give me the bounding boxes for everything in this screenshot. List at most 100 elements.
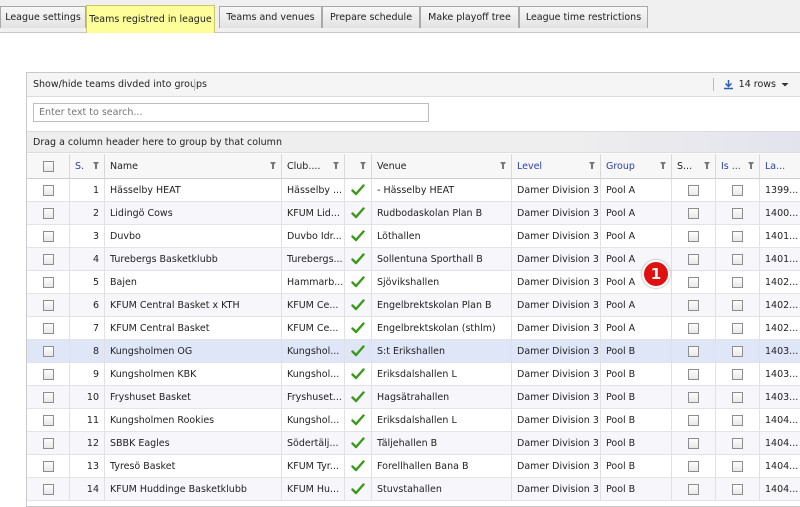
row-is-checkbox[interactable] xyxy=(732,253,743,265)
filter-icon[interactable] xyxy=(704,162,710,169)
filter-icon[interactable] xyxy=(589,162,595,169)
row-is-checkbox[interactable] xyxy=(732,483,743,495)
table-row[interactable]: 9 Kungsholmen KBK Kungshol... Eriksdalshall… xyxy=(27,363,800,386)
filter-icon[interactable] xyxy=(270,162,276,169)
table-row[interactable]: 5 Bajen Hammarb... Sjövikshallen Damer Divis… xyxy=(27,271,800,294)
table-row[interactable]: 14 KFUM Huddinge Basketklubb KFUM Hu... Stu… xyxy=(27,478,800,501)
tab-prepare-schedule[interactable]: Prepare schedule xyxy=(322,6,420,28)
callout-badge: 1 xyxy=(642,260,670,288)
row-select-checkbox[interactable] xyxy=(42,276,54,288)
header-is[interactable]: Is ... xyxy=(716,154,760,179)
row-s-checkbox[interactable] xyxy=(688,437,699,449)
header-level[interactable]: Level xyxy=(512,154,601,179)
row-is-checkbox[interactable] xyxy=(732,437,743,449)
tab-league-time-restrictions[interactable]: League time restrictions xyxy=(519,6,648,28)
row-select-checkbox[interactable] xyxy=(42,437,54,449)
cell-is xyxy=(716,432,760,454)
cell-level: Damer Division 3 xyxy=(512,202,601,224)
header-club[interactable]: Club.... xyxy=(282,154,345,179)
search-input[interactable] xyxy=(33,103,429,122)
header-s-label: S... xyxy=(677,161,693,172)
cell-s xyxy=(672,248,716,270)
download-icon[interactable] xyxy=(723,79,734,90)
row-select-checkbox[interactable] xyxy=(42,345,54,357)
row-s-checkbox[interactable] xyxy=(688,299,699,311)
row-is-checkbox[interactable] xyxy=(732,460,743,472)
table-row[interactable]: 7 KFUM Central Basket KFUM Ce... Engelbrekt… xyxy=(27,317,800,340)
table-row[interactable]: 4 Turebergs Basketklubb Turebergs... Sollen… xyxy=(27,248,800,271)
row-s-checkbox[interactable] xyxy=(688,276,699,288)
table-row[interactable]: 10 Fryshuset Basket Fryshuset... Hagsätraha… xyxy=(27,386,800,409)
row-is-checkbox[interactable] xyxy=(732,391,743,403)
filter-icon[interactable] xyxy=(333,162,339,169)
row-is-checkbox[interactable] xyxy=(732,322,743,334)
row-select-checkbox[interactable] xyxy=(42,460,54,472)
row-is-checkbox[interactable] xyxy=(732,299,743,311)
filter-icon[interactable] xyxy=(500,162,506,169)
row-is-checkbox[interactable] xyxy=(732,230,743,242)
table-row[interactable]: 11 Kungsholmen Rookies Kungshol... Eriksdal… xyxy=(27,409,800,432)
row-select-checkbox[interactable] xyxy=(42,368,54,380)
row-s-checkbox[interactable] xyxy=(688,368,699,380)
row-is-checkbox[interactable] xyxy=(732,207,743,219)
row-select-checkbox[interactable] xyxy=(42,299,54,311)
filter-icon[interactable] xyxy=(93,162,99,169)
cell-sel xyxy=(27,455,70,477)
filter-icon[interactable] xyxy=(660,162,666,169)
table-row[interactable]: 6 KFUM Central Basket x KTH KFUM Ce... Enge… xyxy=(27,294,800,317)
cell-seq: 4 xyxy=(70,248,105,270)
header-check[interactable] xyxy=(345,154,372,179)
row-select-checkbox[interactable] xyxy=(42,184,54,196)
row-s-checkbox[interactable] xyxy=(688,483,699,495)
row-s-checkbox[interactable] xyxy=(688,391,699,403)
row-select-checkbox[interactable] xyxy=(42,414,54,426)
row-is-checkbox[interactable] xyxy=(732,184,743,196)
row-is-checkbox[interactable] xyxy=(732,414,743,426)
select-all-checkbox[interactable] xyxy=(42,161,54,172)
row-s-checkbox[interactable] xyxy=(688,460,699,472)
cell-name: Kungsholmen KBK xyxy=(105,363,282,385)
row-s-checkbox[interactable] xyxy=(688,414,699,426)
table-row[interactable]: 1 Hässelby HEAT Hässelby ... - Hässelby HEA… xyxy=(27,179,800,202)
row-select-checkbox[interactable] xyxy=(42,483,54,495)
tab-league-settings[interactable]: League settings xyxy=(0,6,86,28)
header-group[interactable]: Group xyxy=(601,154,672,179)
row-select-checkbox[interactable] xyxy=(42,391,54,403)
row-is-checkbox[interactable] xyxy=(732,276,743,288)
tab-make-playoff-tree[interactable]: Make playoff tree xyxy=(420,6,519,28)
row-is-checkbox[interactable] xyxy=(732,345,743,357)
row-s-checkbox[interactable] xyxy=(688,345,699,357)
header-name[interactable]: Name xyxy=(105,154,282,179)
row-s-checkbox[interactable] xyxy=(688,253,699,265)
header-venue[interactable]: Venue xyxy=(372,154,512,179)
table-row[interactable]: 3 Duvbo Duvbo Idr... Löthallen Damer Divisio… xyxy=(27,225,800,248)
cell-level: Damer Division 3 xyxy=(512,478,601,500)
group-by-panel[interactable]: Drag a column header here to group by th… xyxy=(27,131,800,153)
header-s[interactable]: S... xyxy=(672,154,716,179)
table-row[interactable]: 13 Tyresö Basket KFUM Tyr... Forellhallen B… xyxy=(27,455,800,478)
row-select-checkbox[interactable] xyxy=(42,253,54,265)
row-select-checkbox[interactable] xyxy=(42,322,54,334)
row-s-checkbox[interactable] xyxy=(688,207,699,219)
table-row[interactable]: 8 Kungsholmen OG Kungshol... S:t Erikshalle… xyxy=(27,340,800,363)
cell-name: Fryshuset Basket xyxy=(105,386,282,408)
filter-icon[interactable] xyxy=(360,162,366,169)
row-is-checkbox[interactable] xyxy=(732,368,743,380)
filter-icon[interactable] xyxy=(748,162,754,169)
row-s-checkbox[interactable] xyxy=(688,322,699,334)
rows-dropdown[interactable]: 14 rows xyxy=(712,78,789,91)
table-row[interactable]: 2 Lidingö Cows KFUM Lid... Rudbodaskolan Pl… xyxy=(27,202,800,225)
header-seq[interactable]: S. xyxy=(70,154,105,179)
row-select-checkbox[interactable] xyxy=(42,230,54,242)
tab-teams-and-venues[interactable]: Teams and venues xyxy=(219,6,322,28)
row-s-checkbox[interactable] xyxy=(688,184,699,196)
header-select-all[interactable] xyxy=(27,154,70,179)
row-select-checkbox[interactable] xyxy=(42,207,54,219)
row-s-checkbox[interactable] xyxy=(688,230,699,242)
tab-teams-registred[interactable]: Teams registred in league xyxy=(86,5,215,33)
header-la[interactable]: La... xyxy=(760,154,800,179)
cell-group: Pool A xyxy=(601,202,672,224)
chevron-down-icon[interactable] xyxy=(781,82,789,88)
table-row[interactable]: 12 SBBK Eagles Södertälj... Täljehallen B Da… xyxy=(27,432,800,455)
toggle-groups-button[interactable]: Show/hide teams divded into groups xyxy=(33,79,207,90)
